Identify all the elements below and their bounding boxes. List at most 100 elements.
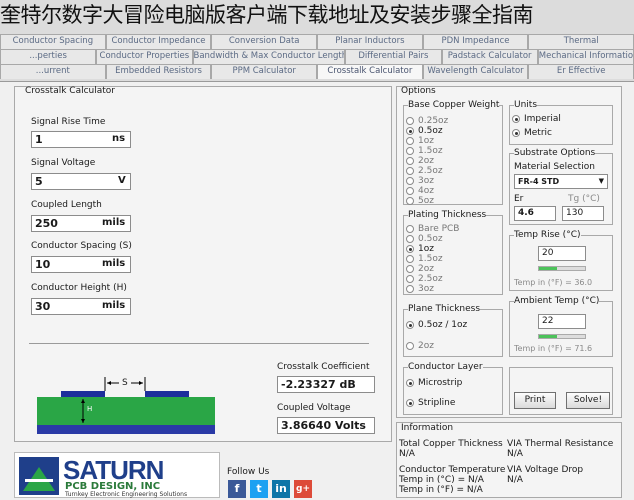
tab-planar-inductors[interactable]: Planar Inductors [317,34,423,49]
tab-wavelength-calculator[interactable]: Wavelength Calculator [422,64,529,79]
tab-properties[interactable]: ...perties [0,49,97,64]
total-copper-value: N/A [399,449,415,459]
tab-conversion-data[interactable]: Conversion Data [211,34,318,49]
base-copper-option-label: 2oz [418,156,434,166]
rise-time-label: Signal Rise Time [31,117,106,127]
plating-option[interactable]: 1.5oz [406,254,443,264]
temp-rise-slider-fill [539,267,558,270]
plating-option[interactable]: Bare PCB [406,224,459,234]
solve-button[interactable]: Solve! [566,392,610,409]
voltage-input[interactable]: 5 [31,173,131,190]
height-unit: mils [102,300,126,311]
layer-option-stripline[interactable]: Stripline [406,398,455,408]
base-copper-option[interactable]: 4oz [406,186,434,196]
base-copper-option[interactable]: 1.5oz [406,146,443,156]
ambient-input[interactable]: 22 [538,314,586,329]
ambient-slider[interactable] [538,334,586,339]
tab-conductor-impedance[interactable]: Conductor Impedance [105,34,212,49]
spacing-label: Conductor Spacing (S) [31,241,132,251]
plating-option[interactable]: 0.5oz [406,234,443,244]
tab-padstack-calculator[interactable]: Padstack Calculator [441,49,538,64]
coupled-length-label: Coupled Length [31,200,102,210]
options-panel: Options Base Copper Weight 0.25oz 0.5oz … [396,86,622,418]
facebook-icon[interactable]: f [228,480,246,498]
plane-option[interactable]: 0.5oz / 1oz [406,320,467,330]
height-label: Conductor Height (H) [31,283,127,293]
tab-ppm-calculator[interactable]: PPM Calculator [211,64,318,79]
via-drop-value: N/A [507,475,523,485]
plating-option-label: 1oz [418,244,434,254]
plane-option-label: 0.5oz / 1oz [418,320,468,330]
plating-option-label: 2oz [418,264,434,274]
temp-rise-title: Temp Rise (°C) [514,230,581,240]
plane-option-label: 2oz [418,341,434,351]
plating-option[interactable]: 3oz [406,284,434,294]
material-select[interactable]: FR-4 STD ▼ [514,174,608,189]
substrate-group: Substrate Options Material Selection FR-… [509,148,613,225]
base-copper-option[interactable]: 0.25oz [406,116,448,126]
base-copper-option[interactable]: 2oz [406,156,434,166]
plating-option[interactable]: 2oz [406,264,434,274]
tab-bandwidth[interactable]: Bandwidth & Max Conductor Length [192,49,346,64]
tab-conductor-spacing[interactable]: Conductor Spacing [0,34,106,49]
tab-conductor-properties[interactable]: Conductor Properties [96,49,193,64]
plating-option-label: 0.5oz [418,234,443,244]
layer-option-microstrip[interactable]: Microstrip [406,378,462,388]
temp-rise-slider[interactable] [538,266,586,271]
base-copper-group: Base Copper Weight 0.25oz 0.5oz 1oz 1.5o… [403,100,503,206]
temp-rise-group: Temp Rise (°C) 20 Temp in (°F) = 36.0 [509,230,613,291]
temp-rise-input[interactable]: 20 [538,246,586,261]
plane-option[interactable]: 2oz [406,341,434,351]
tab-differential-pairs[interactable]: Differential Pairs [345,49,442,64]
print-button[interactable]: Print [514,392,556,409]
tab-pdn-impedance[interactable]: PDN Impedance [422,34,529,49]
tab-current[interactable]: ...urrent [0,64,106,79]
base-copper-option[interactable]: 1oz [406,136,434,146]
coupled-voltage-label: Coupled Voltage [277,403,351,413]
layer-option-label: Stripline [418,398,456,408]
tab-row-2: ...perties Conductor Properties Bandwidt… [0,49,634,64]
tab-embedded-resistors[interactable]: Embedded Resistors [105,64,212,79]
googleplus-icon[interactable]: g+ [294,480,312,498]
radio-icon [406,265,414,273]
total-copper-label: Total Copper Thickness [399,439,503,449]
base-copper-option[interactable]: 3oz [406,176,434,186]
linkedin-icon[interactable]: in [272,480,290,498]
conductor-temp-c: Temp in (°C) = N/A [399,475,484,485]
saturn-logo-icon [19,457,59,495]
radio-icon [406,255,414,263]
twitter-icon[interactable]: t [250,480,268,498]
units-title: Units [514,100,538,110]
tg-input[interactable]: 130 [562,206,604,221]
radio-selected-icon [406,245,414,253]
base-copper-option[interactable]: 0.5oz [406,126,443,136]
diagram-h-label: H [87,405,93,413]
radio-icon [406,147,414,155]
via-resistance-value: N/A [507,449,523,459]
layer-option-label: Microstrip [418,378,463,388]
options-title: Options [401,86,436,96]
tab-thermal[interactable]: Thermal [528,34,634,49]
units-option-metric[interactable]: Metric [512,128,552,138]
base-copper-option[interactable]: 5oz [406,196,434,206]
er-input[interactable]: 4.6 [514,206,556,221]
ambient-slider-fill [539,335,558,338]
units-option-imperial[interactable]: Imperial [512,114,561,124]
base-copper-option-label: 3oz [418,176,434,186]
plane-title: Plane Thickness [408,304,481,314]
layer-title: Conductor Layer [408,362,483,372]
base-copper-option[interactable]: 2.5oz [406,166,443,176]
radio-icon [406,225,414,233]
radio-selected-icon [406,127,414,135]
material-label: Material Selection [514,162,595,172]
radio-selected-icon [406,379,414,387]
radio-icon [406,157,414,165]
tab-crosstalk-calculator[interactable]: Crosstalk Calculator [317,64,423,79]
plating-option[interactable]: 1oz [406,244,434,254]
plating-option[interactable]: 2.5oz [406,274,443,284]
panel-title: Crosstalk Calculator [25,86,115,96]
tab-er-effective[interactable]: Er Effective [528,64,634,79]
units-group: Units Imperial Metric [509,100,613,145]
tab-mechanical-information[interactable]: Mechanical Information [537,49,634,64]
radio-icon [406,285,414,293]
